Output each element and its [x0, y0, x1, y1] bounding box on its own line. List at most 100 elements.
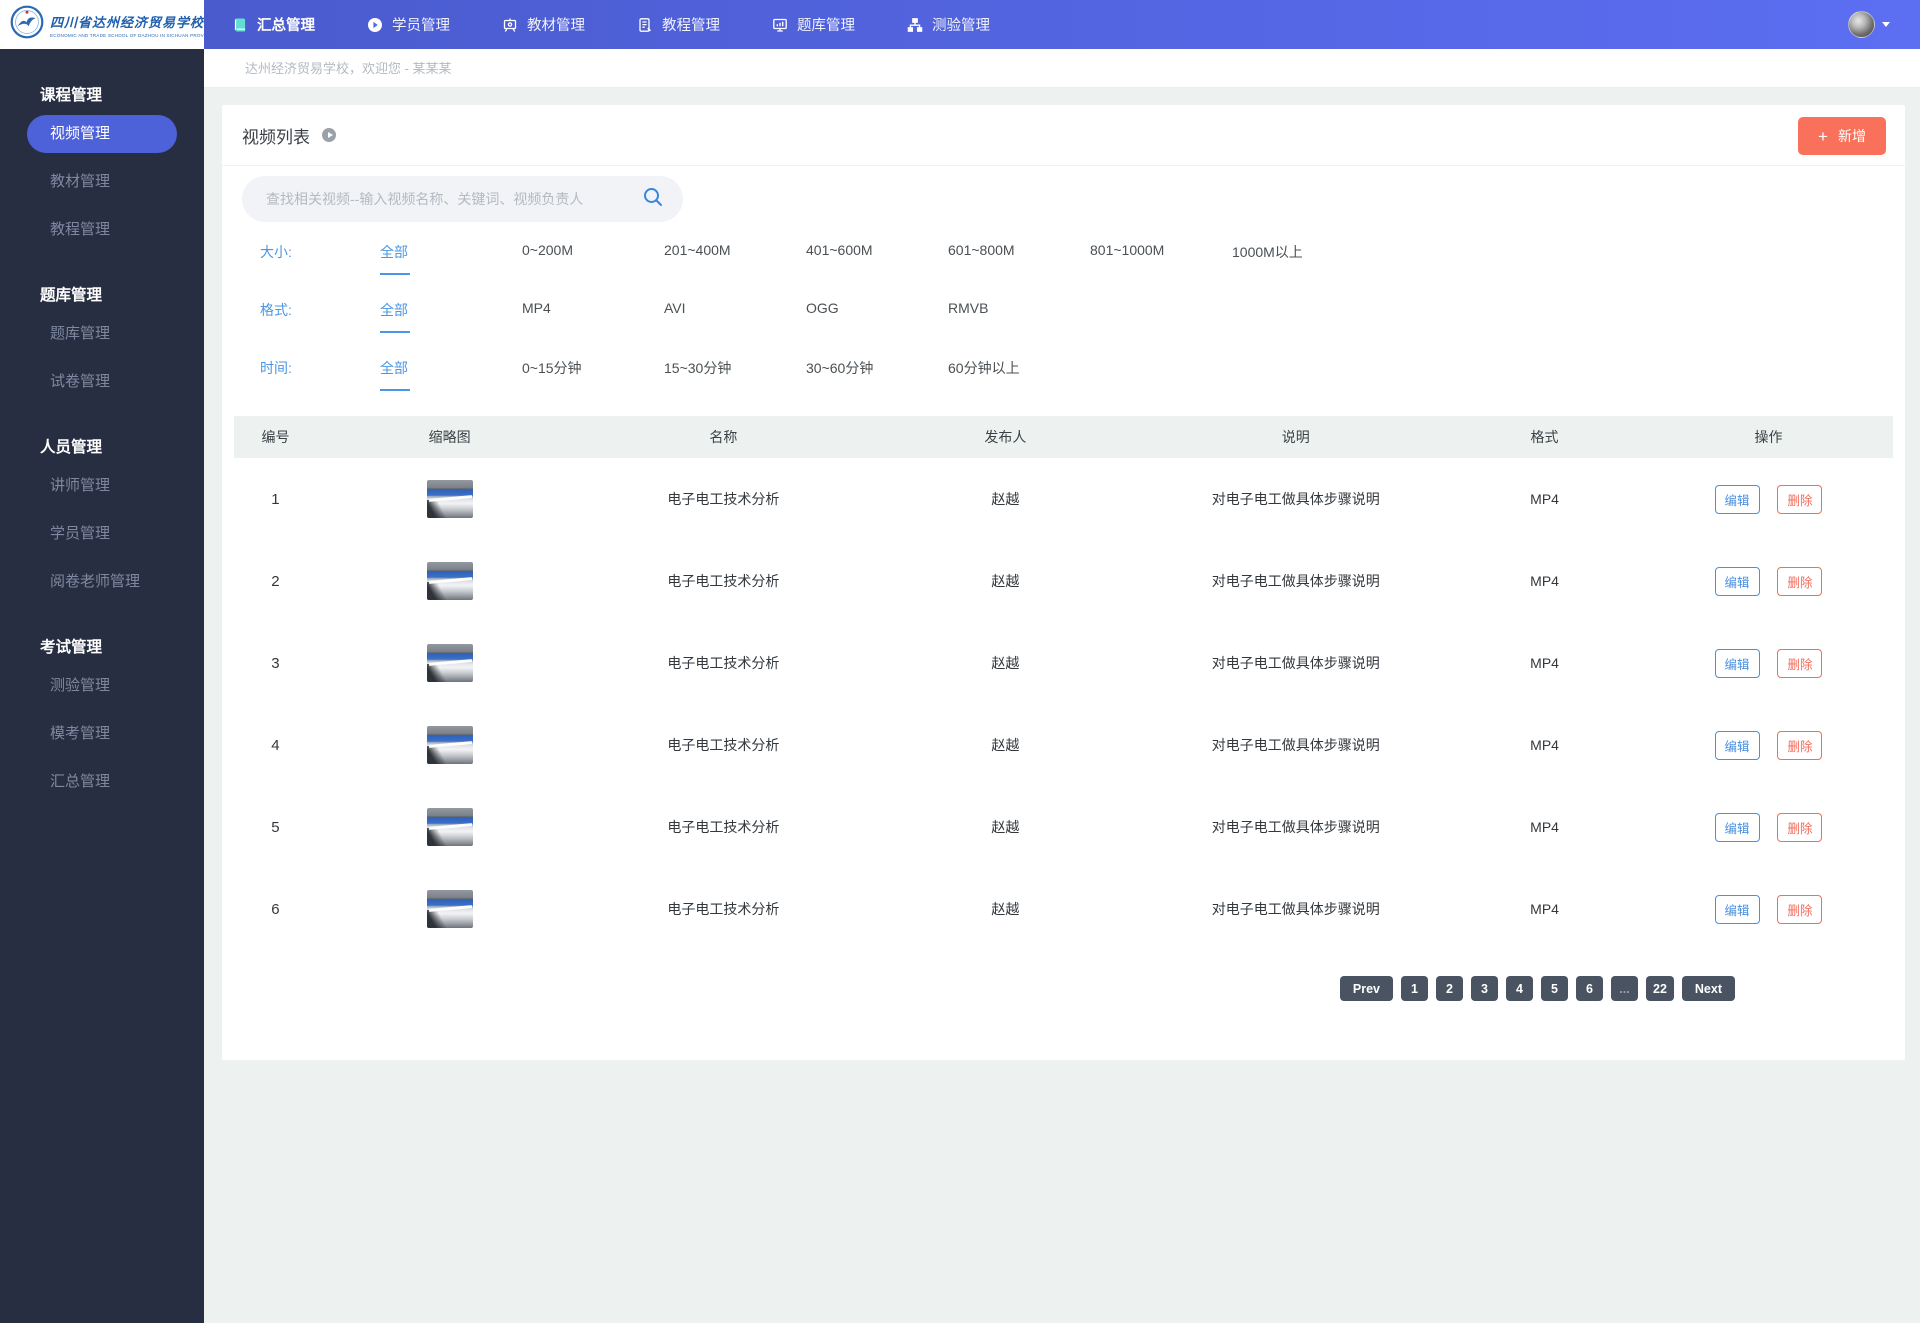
- delete-button[interactable]: 删除: [1777, 566, 1823, 596]
- edit-button[interactable]: 编辑: [1714, 812, 1760, 842]
- nav-item-courses[interactable]: 教程管理: [637, 14, 720, 35]
- nav-item-quizzes[interactable]: 测验管理: [907, 14, 990, 35]
- play-circle-icon: [367, 17, 383, 33]
- video-thumbnail[interactable]: [426, 890, 473, 928]
- nav-item-label: 测验管理: [932, 18, 990, 34]
- col-header-format: 格式: [1530, 429, 1559, 445]
- video-publisher: 赵越: [991, 655, 1020, 671]
- nav-item-summary[interactable]: 汇总管理: [232, 14, 315, 35]
- col-header-thumbnail: 缩略图: [428, 429, 471, 445]
- edit-button[interactable]: 编辑: [1714, 484, 1760, 514]
- pagination-page-button[interactable]: 1: [1401, 976, 1428, 1001]
- row-id: 4: [271, 736, 280, 754]
- delete-button[interactable]: 删除: [1777, 730, 1823, 760]
- add-button[interactable]: + 新增: [1798, 117, 1886, 155]
- row-id: 5: [271, 818, 280, 836]
- user-menu[interactable]: [1838, 0, 1920, 49]
- pagination-page-button[interactable]: 6: [1576, 976, 1603, 1001]
- pagination-page-button[interactable]: 22: [1646, 976, 1674, 1001]
- sidebar-item-summary-mgmt[interactable]: 汇总管理: [0, 763, 204, 801]
- filter-size-option[interactable]: 601~800M: [948, 242, 1090, 258]
- edit-button[interactable]: 编辑: [1714, 648, 1760, 678]
- nav-item-question-bank[interactable]: 题库管理: [772, 14, 855, 35]
- pagination-page-button[interactable]: 5: [1541, 976, 1568, 1001]
- sidebar-item-lecturer-mgmt[interactable]: 讲师管理: [0, 467, 204, 505]
- delete-button[interactable]: 删除: [1777, 894, 1823, 924]
- sidebar-item-course-mgmt[interactable]: 教程管理: [0, 211, 204, 249]
- filter-size-option[interactable]: 401~600M: [806, 242, 948, 258]
- video-format: MP4: [1530, 655, 1559, 671]
- sidebar-item-grader-mgmt[interactable]: 阅卷老师管理: [0, 563, 204, 601]
- nav-item-label: 教材管理: [527, 18, 585, 34]
- filter-size-option[interactable]: 1000M以上: [1232, 242, 1374, 262]
- filter-size-option[interactable]: 801~1000M: [1090, 242, 1232, 258]
- filter-duration-option[interactable]: 30~60分钟: [806, 358, 948, 378]
- filter-format-option[interactable]: MP4: [522, 300, 664, 316]
- filter-duration-option[interactable]: 15~30分钟: [664, 358, 806, 378]
- video-name: 电子电工技术分析: [667, 901, 780, 917]
- search-input[interactable]: [266, 191, 641, 207]
- user-avatar[interactable]: [1848, 11, 1875, 38]
- sidebar-section-exam-mgmt: 考试管理: [40, 639, 103, 656]
- row-id: 2: [271, 572, 280, 590]
- main-nav: 汇总管理 学员管理 教材管理 教程管理 题库管理 测验管理: [204, 0, 1838, 49]
- edit-button[interactable]: 编辑: [1714, 566, 1760, 596]
- sidebar-item-student-mgmt[interactable]: 学员管理: [0, 515, 204, 553]
- filter-size-option[interactable]: 全部: [380, 242, 522, 275]
- pagination-page-button[interactable]: 2: [1436, 976, 1463, 1001]
- pagination-ellipsis: ...: [1611, 976, 1638, 1001]
- pagination-page-button[interactable]: 3: [1471, 976, 1498, 1001]
- book-icon: [232, 17, 248, 33]
- sidebar-item-video-mgmt[interactable]: 视频管理: [27, 115, 177, 153]
- filter-size-option[interactable]: 0~200M: [522, 242, 664, 258]
- sidebar-item-quiz-mgmt[interactable]: 测验管理: [0, 667, 204, 705]
- filter-duration-option[interactable]: 全部: [380, 358, 522, 391]
- video-description: 对电子电工做具体步骤说明: [1211, 737, 1380, 753]
- filter-duration-option[interactable]: 0~15分钟: [522, 358, 664, 378]
- video-table: 编号 缩略图 名称 发布人 说明 格式 操作 1 电子电工技术分析 赵越 对电子…: [234, 416, 1893, 950]
- filter-size-option[interactable]: 201~400M: [664, 242, 806, 258]
- delete-button[interactable]: 删除: [1777, 648, 1823, 678]
- pagination-prev-button[interactable]: Prev: [1339, 976, 1393, 1001]
- edit-button[interactable]: 编辑: [1714, 730, 1760, 760]
- sidebar-item-textbook-mgmt[interactable]: 教材管理: [0, 163, 204, 201]
- welcome-message: 达州经济贸易学校，欢迎您 - 某某某: [204, 49, 1920, 88]
- filter-format-option[interactable]: OGG: [806, 300, 948, 316]
- nav-item-label: 学员管理: [392, 18, 450, 34]
- video-publisher: 赵越: [991, 901, 1020, 917]
- video-thumbnail[interactable]: [426, 480, 473, 518]
- table-row: 6 电子电工技术分析 赵越 对电子电工做具体步骤说明 MP4 编辑 删除: [234, 868, 1893, 950]
- video-thumbnail[interactable]: [426, 808, 473, 846]
- video-description: 对电子电工做具体步骤说明: [1211, 655, 1380, 671]
- video-publisher: 赵越: [991, 573, 1020, 589]
- col-header-id: 编号: [261, 429, 290, 445]
- delete-button[interactable]: 删除: [1777, 812, 1823, 842]
- sidebar-section-personnel: 人员管理: [40, 439, 103, 456]
- sidebar-item-question-bank-mgmt[interactable]: 题库管理: [0, 315, 204, 353]
- video-thumbnail[interactable]: [426, 562, 473, 600]
- pagination-page-button[interactable]: 4: [1506, 976, 1533, 1001]
- sitemap-icon: [907, 17, 923, 33]
- sidebar-item-exam-paper-mgmt[interactable]: 试卷管理: [0, 363, 204, 401]
- sidebar-item-mock-exam-mgmt[interactable]: 模考管理: [0, 715, 204, 753]
- filter-format-option[interactable]: AVI: [664, 300, 806, 316]
- nav-item-textbooks[interactable]: 教材管理: [502, 14, 585, 35]
- table-row: 1 电子电工技术分析 赵越 对电子电工做具体步骤说明 MP4 编辑 删除: [234, 458, 1893, 540]
- video-thumbnail[interactable]: [426, 644, 473, 682]
- video-format: MP4: [1530, 491, 1559, 507]
- filter-format-option[interactable]: RMVB: [948, 300, 1090, 316]
- nav-item-students[interactable]: 学员管理: [367, 14, 450, 35]
- filter-duration-option[interactable]: 60分钟以上: [948, 358, 1090, 378]
- delete-button[interactable]: 删除: [1777, 484, 1823, 514]
- monitor-icon: [772, 17, 788, 33]
- table-row: 3 电子电工技术分析 赵越 对电子电工做具体步骤说明 MP4 编辑 删除: [234, 622, 1893, 704]
- filter-format-option[interactable]: 全部: [380, 300, 522, 333]
- school-name-en: ECONOMIC AND TRADE SCHOOL OF DAZHOU IN S…: [50, 32, 216, 38]
- pagination-next-button[interactable]: Next: [1681, 976, 1735, 1001]
- search-icon[interactable]: [641, 185, 665, 214]
- video-description: 对电子电工做具体步骤说明: [1211, 819, 1380, 835]
- table-header: 编号 缩略图 名称 发布人 说明 格式 操作: [234, 416, 1893, 458]
- edit-button[interactable]: 编辑: [1714, 894, 1760, 924]
- filter-format-label: 格式:: [260, 302, 292, 318]
- video-thumbnail[interactable]: [426, 726, 473, 764]
